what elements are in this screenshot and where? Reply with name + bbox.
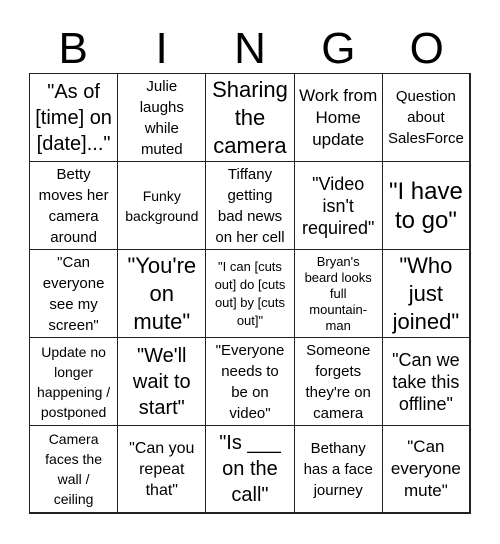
cell-text: Bryan's beard looks full mountain- man [304, 253, 372, 333]
bingo-cell-r1-c2[interactable]: Julie laughs while muted [118, 74, 207, 162]
cell-text: "Who just joined" [392, 252, 460, 334]
bingo-cell-r3-c2[interactable]: "You're on mute" [118, 250, 207, 338]
cell-text: Sharing the camera [212, 76, 288, 158]
cell-text: "Can everyone mute" [390, 437, 461, 500]
bingo-cell-r1-c1[interactable]: "As of [time] on [date]..." [30, 74, 119, 162]
bingo-cell-r5-c1[interactable]: Camera faces the wall / ceiling [30, 426, 119, 514]
cell-text: "You're on mute" [127, 252, 197, 334]
cell-text: Betty moves her camera around [38, 165, 109, 246]
bingo-cell-r4-c5[interactable]: "Can we take this offline" [382, 338, 471, 426]
bingo-cell-r3-c5[interactable]: "Who just joined" [382, 250, 471, 338]
bingo-header: B I N G O [29, 26, 471, 72]
bingo-cell-r3-c3[interactable]: "I can [cuts out] do [cuts out] by [cuts… [206, 250, 295, 338]
bingo-cell-r2-c1[interactable]: Betty moves her camera around [30, 162, 119, 250]
cell-text: Work from Home update [299, 85, 378, 149]
cell-text: "Everyone needs to be on video" [215, 341, 285, 422]
cell-text: Funky background [125, 187, 199, 224]
header-letter-i: I [155, 24, 168, 73]
bingo-cell-r5-c4[interactable]: Bethany has a face journey [294, 426, 383, 514]
bingo-cell-r5-c2[interactable]: "Can you repeat that" [118, 426, 207, 514]
header-letter-b: B [58, 24, 88, 73]
cell-text: Julie laughs while muted [139, 77, 184, 158]
bingo-cell-r4-c4[interactable]: Someone forgets they're on camera [294, 338, 383, 426]
header-letter-o: O [409, 24, 444, 73]
cell-text: Update no longer happening / postponed [37, 343, 111, 420]
bingo-cell-r1-c5[interactable]: Question about SalesForce [382, 74, 471, 162]
bingo-cell-r4-c1[interactable]: Update no longer happening / postponed [30, 338, 119, 426]
bingo-cell-r4-c2[interactable]: "We'll wait to start" [118, 338, 207, 426]
cell-text: Someone forgets they're on camera [305, 341, 371, 422]
cell-text: "Can everyone see my screen" [42, 253, 105, 334]
bingo-cell-r2-c2[interactable]: Funky background [118, 162, 207, 250]
cell-text: Bethany has a face journey [303, 439, 373, 499]
header-letter-n: N [234, 24, 266, 73]
cell-text: "We'll wait to start" [132, 344, 191, 419]
bingo-board: "As of [time] on [date]..." Julie laughs… [29, 73, 471, 514]
cell-text: Camera faces the wall / ceiling [45, 431, 102, 507]
bingo-cell-r4-c3[interactable]: "Everyone needs to be on video" [206, 338, 295, 426]
bingo-cell-r3-c4[interactable]: Bryan's beard looks full mountain- man [294, 250, 383, 338]
cell-text: "Can we take this offline" [392, 349, 460, 414]
bingo-cell-r1-c3[interactable]: Sharing the camera [206, 74, 295, 162]
cell-text: "As of [time] on [date]..." [35, 80, 112, 155]
cell-text: "I can [cuts out] do [cuts out] by [cuts… [214, 258, 286, 328]
cell-text: "Is ___ on the call" [219, 432, 281, 506]
cell-text: "Video isn't required" [301, 173, 375, 238]
cell-text: Tiffany getting bad news on her cell [215, 165, 285, 246]
bingo-cell-r3-c1[interactable]: "Can everyone see my screen" [30, 250, 119, 338]
header-letter-g: G [321, 24, 356, 73]
bingo-cell-r2-c4[interactable]: "Video isn't required" [294, 162, 383, 250]
cell-text: "Can you repeat that" [129, 439, 195, 499]
bingo-cell-r5-c3[interactable]: "Is ___ on the call" [206, 426, 295, 514]
bingo-cell-r2-c5[interactable]: "I have to go" [382, 162, 471, 250]
cell-text: "I have to go" [388, 177, 463, 234]
bingo-cell-r2-c3[interactable]: Tiffany getting bad news on her cell [206, 162, 295, 250]
bingo-cell-r1-c4[interactable]: Work from Home update [294, 74, 383, 162]
bingo-cell-r5-c5[interactable]: "Can everyone mute" [382, 426, 471, 514]
cell-text: Question about SalesForce [387, 88, 464, 147]
